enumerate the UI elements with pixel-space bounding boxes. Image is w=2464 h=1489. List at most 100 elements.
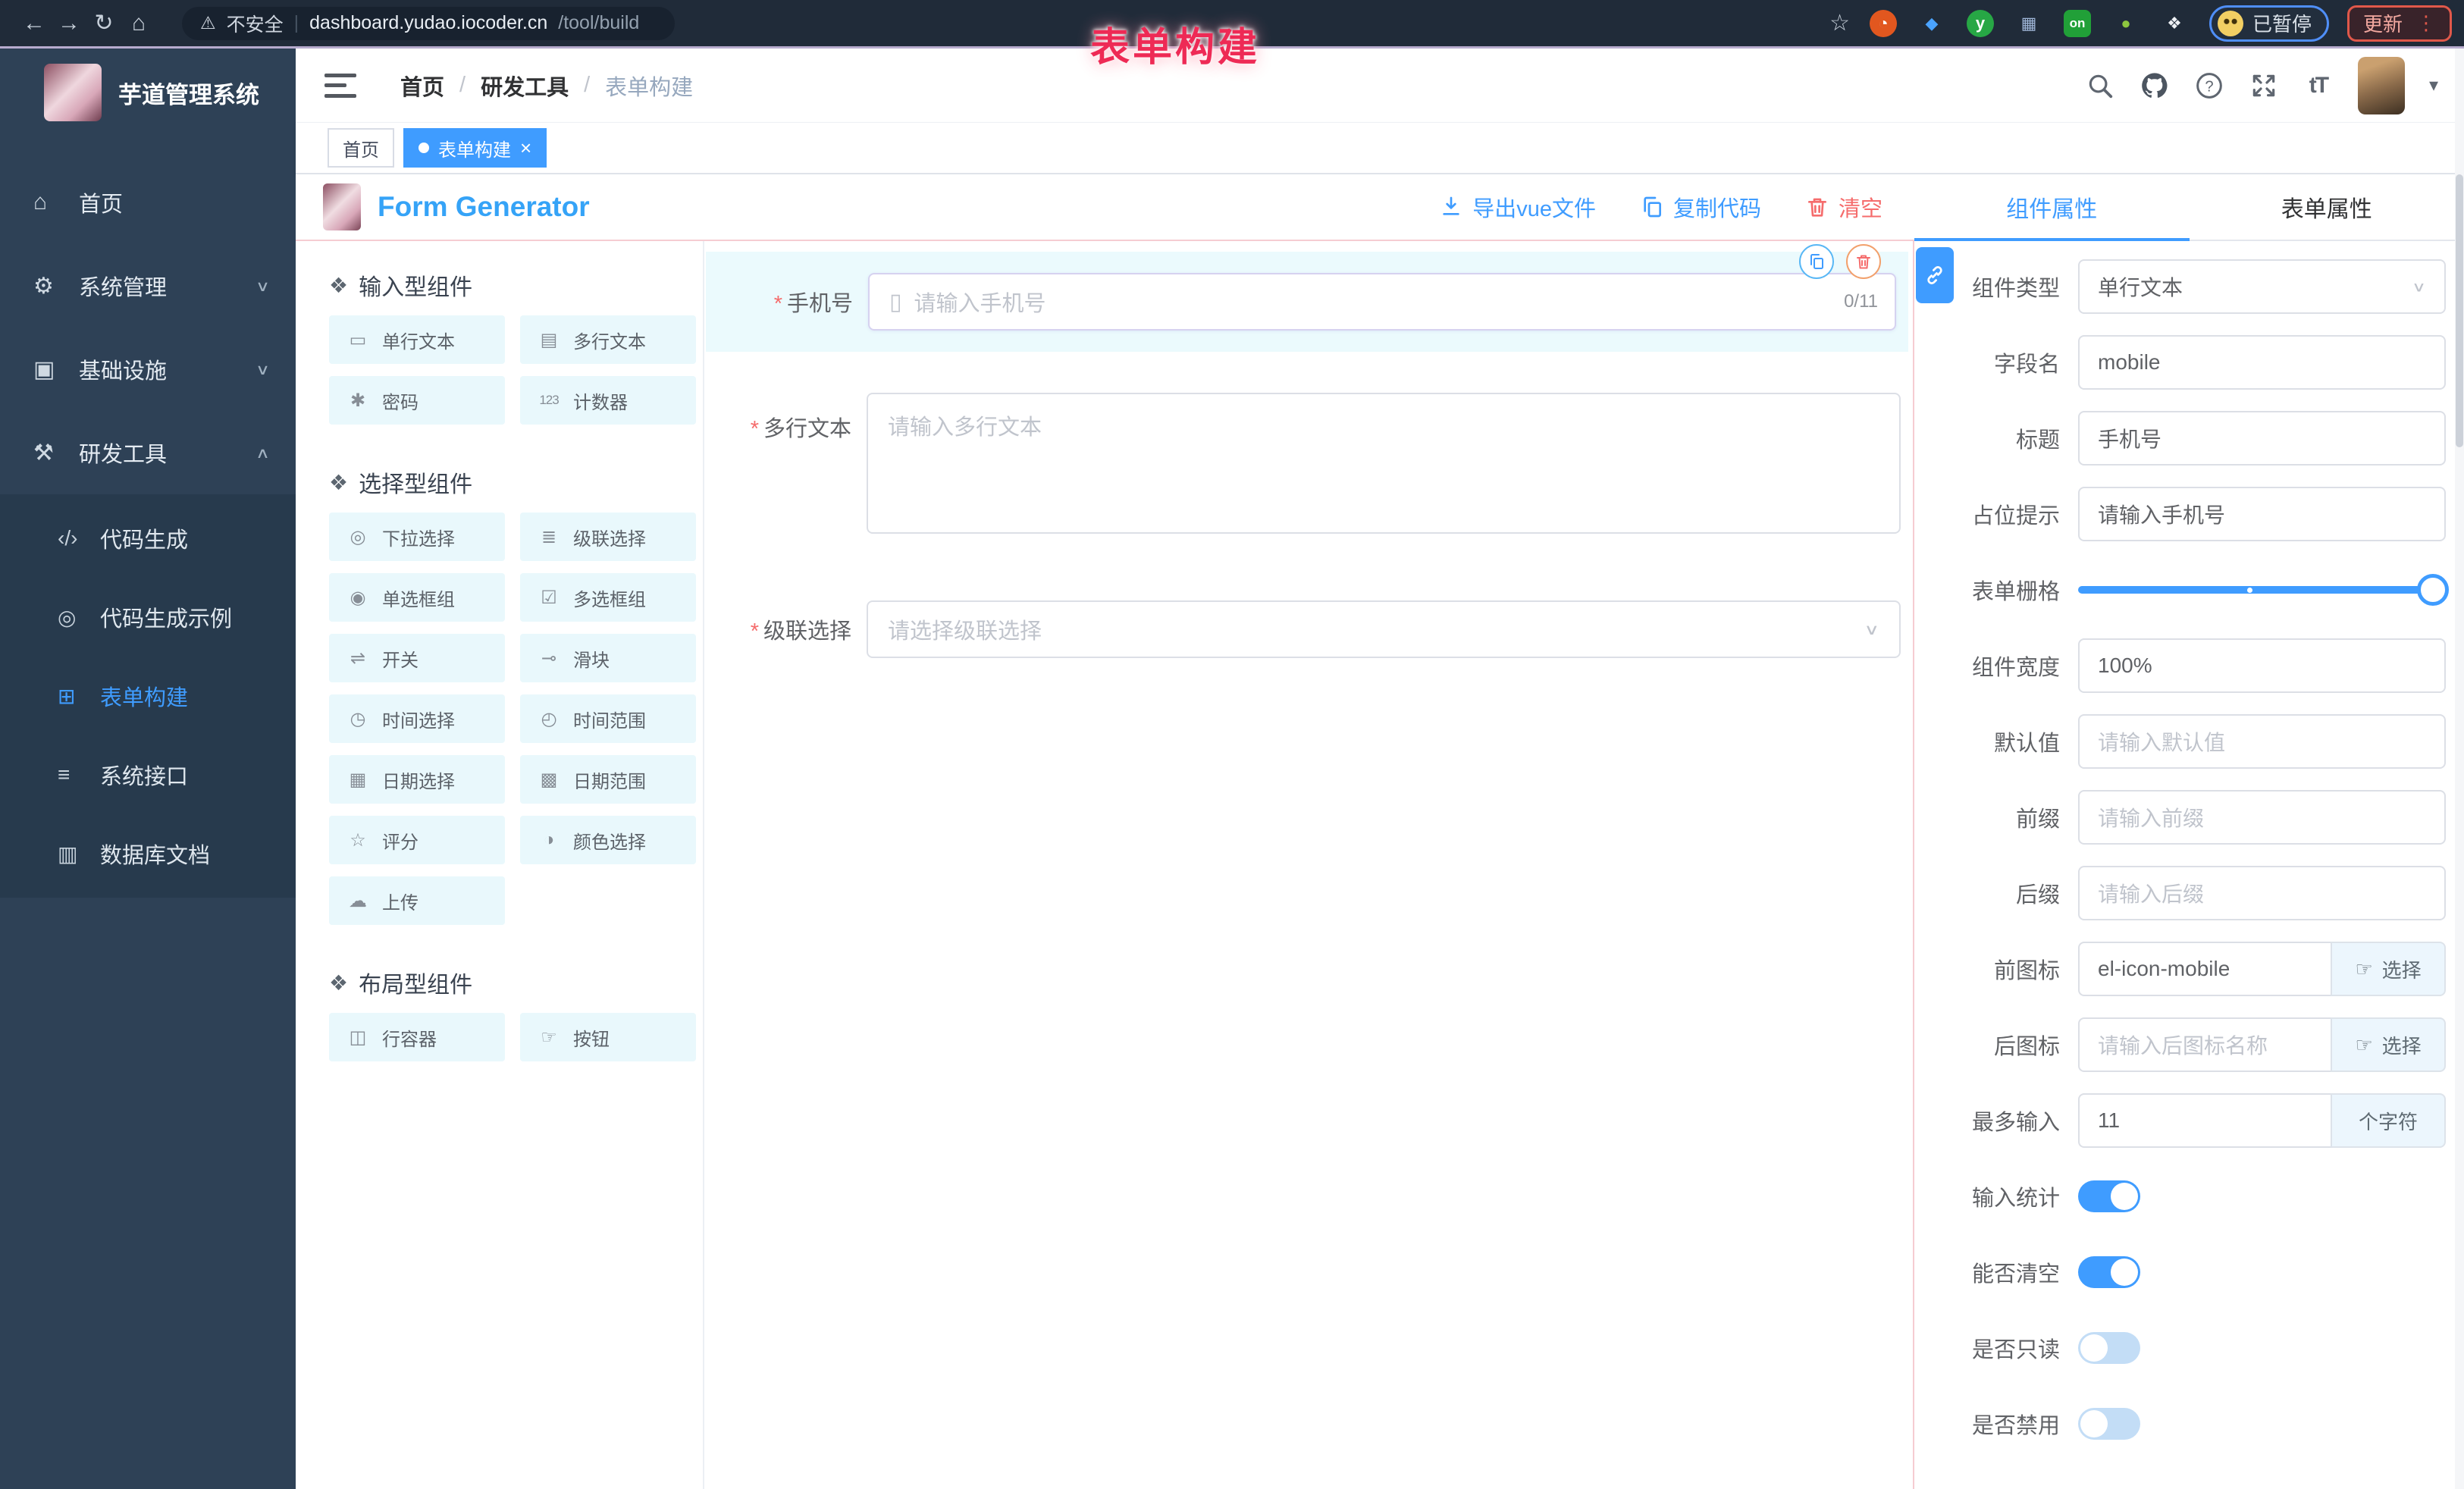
- profile-paused-badge[interactable]: 已暂停: [2209, 5, 2329, 42]
- avatar[interactable]: [2358, 57, 2405, 114]
- component-item-级联选择[interactable]: ≣级联选择: [520, 513, 696, 561]
- app-header: 首页/研发工具/表单构建 ? tT ▾: [296, 49, 2464, 123]
- action-label: 复制代码: [1673, 191, 1761, 223]
- security-label[interactable]: 不安全: [227, 10, 284, 37]
- back-icon[interactable]: ←: [17, 11, 52, 36]
- export-button[interactable]: 导出vue文件: [1439, 191, 1596, 223]
- sidebar-item-system[interactable]: ⚙系统管理∨: [0, 244, 296, 328]
- field-row-级联选择[interactable]: *级联选择请选择级联选择∨: [704, 600, 1913, 658]
- page-scrollbar[interactable]: [2455, 49, 2464, 1489]
- component-label: 颜色选择: [573, 827, 646, 854]
- clear-button[interactable]: 清空: [1805, 191, 1882, 223]
- breadcrumb-item[interactable]: 研发工具: [481, 70, 569, 102]
- tab-组件属性[interactable]: 组件属性: [1914, 174, 2190, 240]
- hamburger-menu-icon[interactable]: [324, 74, 356, 98]
- component-item-单选框组[interactable]: ◉单选框组: [329, 573, 505, 622]
- sidebar-item-home[interactable]: ⌂首页: [0, 161, 296, 244]
- textarea-input[interactable]: 请输入多行文本: [867, 393, 1901, 534]
- ext-leaf-icon[interactable]: ●: [2112, 10, 2140, 37]
- component-item-日期范围[interactable]: ▩日期范围: [520, 755, 696, 804]
- sidebar-subitem-form-build[interactable]: ⊞表单构建: [0, 657, 296, 735]
- component-item-按钮[interactable]: ☞按钮: [520, 1013, 696, 1061]
- home-icon[interactable]: ⌂: [121, 11, 156, 36]
- component-item-时间选择[interactable]: ◷时间选择: [329, 694, 505, 743]
- prop-input[interactable]: 11: [2078, 1093, 2331, 1148]
- slider-handle[interactable]: [2417, 574, 2449, 606]
- sidebar-subitem-codegen[interactable]: ‹/›代码生成: [0, 499, 296, 578]
- prop-input[interactable]: 请输入后缀: [2078, 866, 2446, 920]
- component-item-多行文本[interactable]: ▤多行文本: [520, 315, 696, 364]
- delete-field-button[interactable]: [1846, 244, 1881, 279]
- component-item-多选框组[interactable]: ☑多选框组: [520, 573, 696, 622]
- switch-输入统计[interactable]: [2078, 1180, 2140, 1212]
- component-item-计数器[interactable]: 123计数器: [520, 376, 696, 425]
- select-icon-button[interactable]: ☞选择: [2331, 942, 2446, 996]
- select-icon-button[interactable]: ☞选择: [2331, 1017, 2446, 1072]
- copy-button[interactable]: 复制代码: [1640, 191, 1761, 223]
- grid-slider[interactable]: [2078, 563, 2446, 617]
- ext-gem-icon[interactable]: ◆: [1918, 10, 1945, 37]
- prop-input[interactable]: 请输入默认值: [2078, 714, 2446, 769]
- ext-grid-icon[interactable]: ▦: [2015, 10, 2042, 37]
- close-icon[interactable]: ×: [520, 138, 531, 158]
- text-input[interactable]: ▯请输入手机号: [868, 273, 1896, 331]
- prop-input[interactable]: mobile: [2078, 335, 2446, 390]
- component-item-上传[interactable]: ☁上传: [329, 876, 505, 925]
- cascader-input[interactable]: 请选择级联选择∨: [867, 600, 1901, 658]
- chevron-down-icon[interactable]: ▾: [2429, 74, 2438, 96]
- switch-能否清空[interactable]: [2078, 1256, 2140, 1288]
- prop-input[interactable]: 请输入后图标名称: [2078, 1017, 2331, 1072]
- component-item-日期选择[interactable]: ▦日期选择: [329, 755, 505, 804]
- component-item-密码[interactable]: ✱密码: [329, 376, 505, 425]
- switch-是否禁用[interactable]: [2078, 1408, 2140, 1440]
- sidebar-subitem-api[interactable]: ≡系统接口: [0, 735, 296, 814]
- help-icon[interactable]: ?: [2194, 71, 2224, 101]
- fontsize-icon[interactable]: tT: [2303, 71, 2334, 101]
- app-logo-row[interactable]: 芋道管理系统: [0, 49, 296, 133]
- component-item-开关[interactable]: ⇌开关: [329, 634, 505, 682]
- field-link-button[interactable]: [1916, 247, 1954, 303]
- field-control: 请选择级联选择∨: [867, 600, 1901, 658]
- ext-orange-ring-icon[interactable]: ◔: [1870, 10, 1897, 37]
- bookmark-star-icon[interactable]: ☆: [1829, 10, 1850, 36]
- field-row-多行文本[interactable]: *多行文本请输入多行文本: [704, 393, 1913, 534]
- prop-input[interactable]: 手机号: [2078, 411, 2446, 466]
- form-canvas[interactable]: *手机号▯请输入手机号0/11 *多行文本请输入多行文本 *级联选择请选择级联选择∨: [704, 241, 1914, 1489]
- tab-首页[interactable]: 首页: [328, 128, 394, 168]
- update-button[interactable]: 更新 ⋮: [2347, 5, 2452, 42]
- browser-menu-dots-icon[interactable]: ⋮: [2416, 11, 2436, 35]
- sidebar-item-infra[interactable]: ▣基础设施∨: [0, 328, 296, 411]
- reload-icon[interactable]: ↻: [86, 10, 121, 36]
- prop-input[interactable]: el-icon-mobile: [2078, 942, 2331, 996]
- ext-on-badge-icon[interactable]: on: [2064, 10, 2091, 37]
- fullscreen-icon[interactable]: [2249, 71, 2279, 101]
- component-item-滑块[interactable]: ⊸滑块: [520, 634, 696, 682]
- component-item-时间范围[interactable]: ◴时间范围: [520, 694, 696, 743]
- breadcrumb-item[interactable]: 首页: [400, 70, 444, 102]
- prop-select[interactable]: 单行文本∨: [2078, 259, 2446, 314]
- component-item-行容器[interactable]: ◫行容器: [329, 1013, 505, 1061]
- component-item-下拉选择[interactable]: ◎下拉选择: [329, 513, 505, 561]
- github-icon[interactable]: [2140, 71, 2170, 101]
- prop-input[interactable]: 请输入手机号: [2078, 487, 2446, 541]
- ext-puzzle-icon[interactable]: ❖: [2161, 10, 2188, 37]
- url-bar[interactable]: ⚠ 不安全 | dashboard.yudao.iocoder.cn/tool/…: [182, 7, 675, 40]
- search-icon[interactable]: [2085, 71, 2115, 101]
- sidebar-subitem-codegen-demo[interactable]: ◎代码生成示例: [0, 578, 296, 657]
- component-item-单行文本[interactable]: ▭单行文本: [329, 315, 505, 364]
- ext-green-y-icon[interactable]: y: [1967, 10, 1994, 37]
- sidebar-subitem-db-doc[interactable]: ▥数据库文档: [0, 814, 296, 893]
- forward-icon[interactable]: →: [52, 11, 86, 36]
- component-item-颜色选择[interactable]: ◑颜色选择: [520, 816, 696, 864]
- component-item-评分[interactable]: ☆评分: [329, 816, 505, 864]
- sidebar-item-tools[interactable]: ⚒研发工具∧: [0, 411, 296, 494]
- select-icon: ◎: [344, 526, 371, 548]
- scrollbar-thumb[interactable]: [2456, 174, 2463, 447]
- switch-是否只读[interactable]: [2078, 1332, 2140, 1364]
- tab-表单构建[interactable]: 表单构建×: [403, 128, 547, 168]
- tab-表单属性[interactable]: 表单属性: [2190, 174, 2464, 240]
- prop-input[interactable]: 请输入前缀: [2078, 790, 2446, 845]
- copy-field-button[interactable]: [1799, 244, 1834, 279]
- prop-input[interactable]: 100%: [2078, 638, 2446, 693]
- selected-field-手机号[interactable]: *手机号▯请输入手机号0/11: [706, 252, 1908, 352]
